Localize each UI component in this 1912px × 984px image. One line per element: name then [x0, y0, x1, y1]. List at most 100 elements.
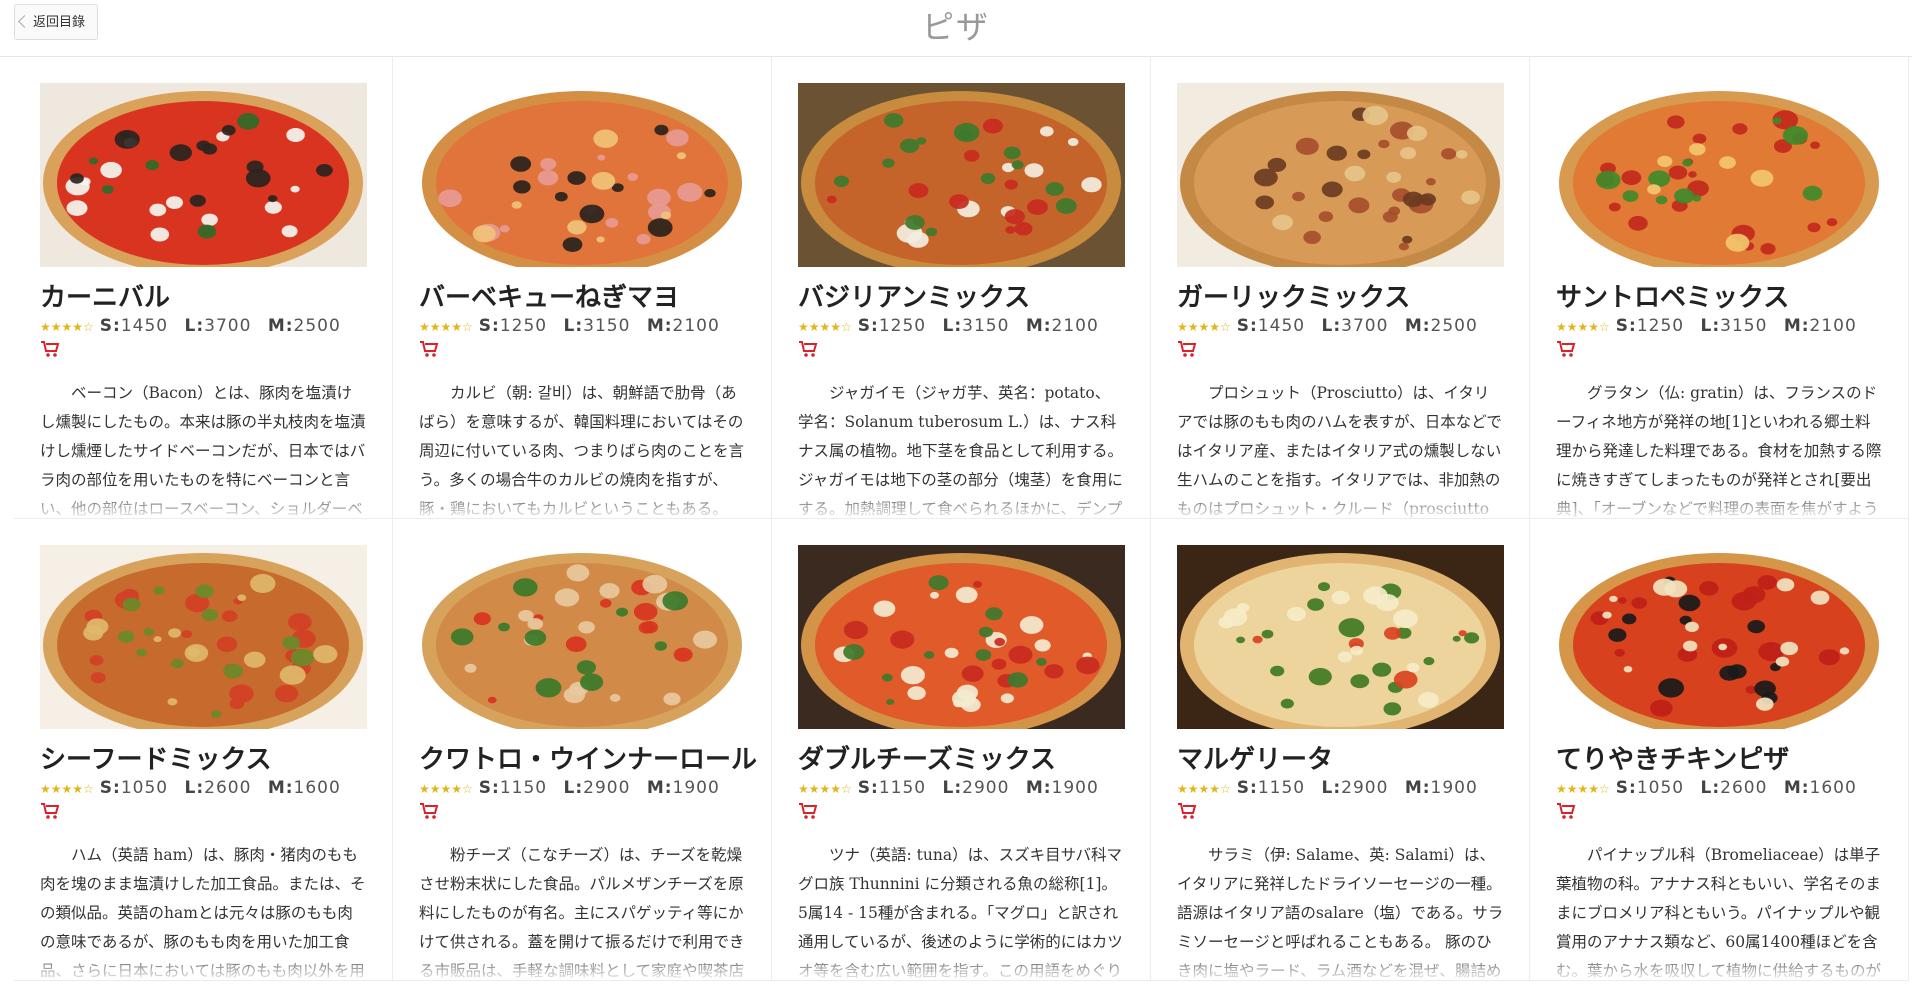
- price-label-s: S:: [478, 316, 500, 336]
- add-to-cart-icon[interactable]: [798, 340, 818, 358]
- product-image[interactable]: [419, 545, 746, 729]
- rating-stars-icon: ★★★★☆: [798, 320, 852, 334]
- product-image[interactable]: [40, 545, 367, 729]
- description-fade: [419, 951, 746, 980]
- price-value-l: 3700: [1341, 316, 1389, 336]
- product-card[interactable]: バーベキューねぎマヨ ★★★★☆ S:1250 L:3150 M:2100 カルビ（…: [393, 57, 772, 519]
- product-card[interactable]: サントロペミックス ★★★★☆ S:1250 L:3150 M:2100 グラタン（…: [1530, 57, 1909, 519]
- description-fade: [1556, 951, 1883, 980]
- product-name[interactable]: バーベキューねぎマヨ: [419, 277, 679, 314]
- product-description: プロシュット（Prosciutto）は、イタリアでは豚のもも肉のハムを表すが、日…: [1177, 379, 1504, 518]
- product-prices: ★★★★☆ S:1250 L:3150 M:2100: [1556, 316, 1857, 336]
- price-value-s: 1150: [499, 778, 548, 798]
- price-value-s: 1250: [878, 316, 927, 336]
- product-name[interactable]: マルゲリータ: [1177, 739, 1333, 776]
- description-fade: [1177, 951, 1504, 980]
- add-to-cart-icon[interactable]: [798, 802, 818, 820]
- product-image[interactable]: [798, 83, 1125, 267]
- product-image[interactable]: [1556, 83, 1883, 267]
- price-label-m: M:: [1783, 778, 1810, 798]
- price-value-s: 1450: [120, 316, 169, 336]
- product-name[interactable]: ダブルチーズミックス: [798, 739, 1056, 776]
- rating-stars-icon: ★★★★☆: [40, 320, 94, 334]
- product-prices: ★★★★☆ S:1150 L:2900 M:1900: [798, 778, 1099, 798]
- add-to-cart-icon[interactable]: [1177, 340, 1197, 358]
- price-value-s: 1050: [1636, 778, 1685, 798]
- price-label-m: M:: [646, 778, 673, 798]
- product-description: グラタン（仏: gratin）は、フランスのドーフィネ地方が発祥の地[1]といわ…: [1556, 379, 1883, 518]
- product-card[interactable]: ダブルチーズミックス ★★★★☆ S:1150 L:2900 M:1900 ツナ（英…: [772, 519, 1151, 981]
- price-label-m: M:: [1025, 316, 1052, 336]
- product-image[interactable]: [798, 545, 1125, 729]
- product-card[interactable]: クワトロ・ウインナーロール ★★★★☆ S:1150 L:2900 M:1900 粉…: [393, 519, 772, 981]
- add-to-cart-icon[interactable]: [40, 802, 60, 820]
- product-name[interactable]: クワトロ・ウインナーロール: [419, 739, 757, 776]
- product-card[interactable]: ガーリックミックス ★★★★☆ S:1450 L:3700 M:2500 プロシュッ…: [1151, 57, 1530, 519]
- price-label-l: L:: [1321, 316, 1342, 336]
- rating-stars-icon: ★★★★☆: [419, 320, 473, 334]
- price-value-s: 1150: [878, 778, 927, 798]
- product-name[interactable]: ガーリックミックス: [1177, 277, 1410, 314]
- product-name[interactable]: カーニバル: [40, 277, 170, 314]
- product-image[interactable]: [1556, 545, 1883, 729]
- price-label-s: S:: [1236, 316, 1258, 336]
- price-value-m: 2500: [293, 316, 341, 336]
- add-to-cart-icon[interactable]: [40, 340, 60, 358]
- product-card[interactable]: てりやきチキンピザ ★★★★☆ S:1050 L:2600 M:1600 パイナップ…: [1530, 519, 1909, 981]
- price-value-l: 3150: [583, 316, 631, 336]
- product-description: ハム（英語 ham）は、豚肉・猪肉のもも肉を塊のまま塩漬けした加工食品。または、…: [40, 841, 367, 980]
- price-value-m: 2100: [1809, 316, 1857, 336]
- rating-stars-icon: ★★★★☆: [40, 782, 94, 796]
- price-value-l: 2900: [962, 778, 1010, 798]
- price-value-l: 2900: [583, 778, 631, 798]
- price-value-m: 1600: [293, 778, 341, 798]
- product-description: ベーコン（Bacon）とは、豚肉を塩漬けし燻製にしたもの。本来は豚の半丸枝肉を塩…: [40, 379, 367, 518]
- product-card[interactable]: シーフードミックス ★★★★☆ S:1050 L:2600 M:1600 ハム（英語…: [14, 519, 393, 981]
- product-image[interactable]: [1177, 83, 1504, 267]
- product-name[interactable]: バジリアンミックス: [798, 277, 1030, 314]
- add-to-cart-icon[interactable]: [1556, 340, 1576, 358]
- price-value-m: 2500: [1430, 316, 1478, 336]
- product-prices: ★★★★☆ S:1250 L:3150 M:2100: [798, 316, 1099, 336]
- price-label-l: L:: [942, 778, 963, 798]
- price-value-m: 1900: [1051, 778, 1099, 798]
- price-value-l: 3150: [1720, 316, 1768, 336]
- price-value-l: 2600: [204, 778, 252, 798]
- product-card[interactable]: バジリアンミックス ★★★★☆ S:1250 L:3150 M:2100 ジャガイモ…: [772, 57, 1151, 519]
- price-label-l: L:: [184, 778, 205, 798]
- product-name[interactable]: てりやきチキンピザ: [1556, 739, 1789, 776]
- price-value-s: 1250: [1636, 316, 1685, 336]
- price-value-s: 1250: [499, 316, 548, 336]
- description-fade: [419, 489, 746, 518]
- product-image[interactable]: [419, 83, 746, 267]
- product-name[interactable]: シーフードミックス: [40, 739, 272, 776]
- price-label-s: S:: [1615, 778, 1637, 798]
- add-to-cart-icon[interactable]: [1177, 802, 1197, 820]
- product-image[interactable]: [1177, 545, 1504, 729]
- product-description: パイナップル科（Bromeliaceae）は単子葉植物の科。アナナス科ともいい、…: [1556, 841, 1883, 980]
- price-value-s: 1050: [120, 778, 169, 798]
- price-value-s: 1150: [1257, 778, 1306, 798]
- product-description: サラミ（伊: Salame、英: Salami）は、イタリアに発祥したドライソー…: [1177, 841, 1504, 980]
- product-prices: ★★★★☆ S:1450 L:3700 M:2500: [1177, 316, 1478, 336]
- price-value-m: 1900: [672, 778, 720, 798]
- product-prices: ★★★★☆ S:1150 L:2900 M:1900: [419, 778, 720, 798]
- price-value-m: 2100: [672, 316, 720, 336]
- product-card[interactable]: カーニバル ★★★★☆ S:1450 L:3700 M:2500 ベーコン（Baco…: [14, 57, 393, 519]
- price-label-m: M:: [267, 778, 294, 798]
- product-card[interactable]: マルゲリータ ★★★★☆ S:1150 L:2900 M:1900 サラミ（伊: S…: [1151, 519, 1530, 981]
- rating-stars-icon: ★★★★☆: [1177, 782, 1231, 796]
- add-to-cart-icon[interactable]: [1556, 802, 1576, 820]
- description-fade: [1177, 489, 1504, 518]
- product-name[interactable]: サントロペミックス: [1556, 277, 1789, 314]
- product-image[interactable]: [40, 83, 367, 267]
- description-fade: [798, 489, 1125, 518]
- rating-stars-icon: ★★★★☆: [798, 782, 852, 796]
- price-value-l: 2600: [1720, 778, 1768, 798]
- add-to-cart-icon[interactable]: [419, 340, 439, 358]
- price-label-l: L:: [1321, 778, 1342, 798]
- price-label-m: M:: [267, 316, 294, 336]
- price-label-s: S:: [857, 778, 879, 798]
- price-label-s: S:: [99, 316, 121, 336]
- add-to-cart-icon[interactable]: [419, 802, 439, 820]
